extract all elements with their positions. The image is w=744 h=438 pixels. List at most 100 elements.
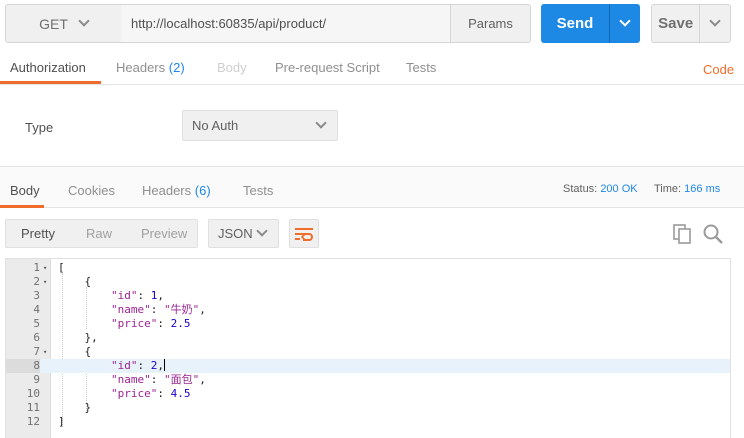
chevron-down-icon — [256, 225, 268, 237]
time-label: Time: — [654, 183, 682, 195]
response-tab-body[interactable]: Body — [10, 183, 40, 198]
params-button[interactable]: Params — [450, 4, 531, 43]
code-token: [ — [58, 261, 65, 274]
fold-toggle-icon[interactable]: ▾ — [43, 261, 51, 275]
tab-headers[interactable]: Headers (2) — [116, 60, 185, 75]
response-tab-cookies[interactable]: Cookies — [68, 183, 115, 198]
chevron-down-icon — [619, 15, 631, 27]
wrap-lines-button[interactable] — [289, 219, 319, 248]
code-token: : — [137, 289, 151, 302]
chevron-down-icon — [78, 15, 90, 27]
chevron-down-icon — [709, 15, 721, 27]
line-number: 10 — [26, 387, 40, 400]
search-icon[interactable] — [702, 223, 724, 245]
tab-headers-label: Headers — [116, 60, 166, 75]
code-token: ] — [58, 415, 65, 428]
code-text: "id": 2, — [58, 359, 165, 373]
fold-toggle-icon[interactable]: ▾ — [43, 345, 51, 359]
auth-type-label: Type — [25, 120, 54, 135]
code-line: 2 ▾ { — [6, 275, 730, 289]
line-number: 2 — [33, 275, 40, 288]
response-toolbar: Pretty Raw Preview JSON — [0, 209, 744, 257]
method-label: GET — [39, 15, 68, 32]
format-select[interactable]: JSON — [208, 219, 279, 248]
response-tab-headers-count: (6) — [194, 183, 211, 198]
line-number: 8 — [6, 359, 40, 373]
code-token: , — [157, 289, 164, 302]
view-preview-button[interactable]: Preview — [141, 226, 187, 241]
line-number: 7 — [33, 345, 40, 358]
save-options-button[interactable] — [700, 5, 730, 42]
tab-authorization[interactable]: Authorization — [10, 60, 86, 75]
view-raw-button[interactable]: Raw — [86, 226, 112, 241]
code-text: "price": 4.5 — [58, 387, 190, 401]
tab-body[interactable]: Body — [217, 60, 247, 75]
code-line: 10 "price": 4.5 — [6, 387, 730, 401]
code-token: , — [199, 373, 206, 386]
code-text: "name": "牛奶", — [58, 303, 206, 317]
code-line: 8 "id": 2, — [6, 359, 730, 373]
code-token: "id" — [110, 289, 138, 302]
method-select[interactable]: GET — [5, 4, 122, 43]
code-token: "面包" — [163, 373, 200, 386]
line-number: 9 — [33, 373, 40, 386]
active-tab-indicator — [0, 81, 101, 84]
code-text: "name": "面包", — [58, 373, 206, 387]
code-line: 6 }, — [6, 331, 730, 345]
code-text: { — [58, 345, 91, 359]
code-line: 9 "name": "面包", — [6, 373, 730, 387]
fold-toggle-icon[interactable]: ▾ — [43, 275, 51, 289]
response-body-editor[interactable]: 1 ▾[2 ▾ {3 "id": 1, 4 "name": "牛奶", 5 "price… — [5, 258, 731, 438]
line-number: 6 — [33, 331, 40, 344]
code-token: "牛奶" — [163, 303, 200, 316]
code-token: 4.5 — [170, 387, 191, 400]
code-line: 3 "id": 1, — [6, 289, 730, 303]
url-text: http://localhost:60835/api/product/ — [131, 16, 327, 31]
code-token: : — [150, 303, 164, 316]
active-response-tab-indicator — [0, 205, 44, 208]
line-number: 4 — [33, 303, 40, 316]
code-line: 7 ▾ { — [6, 345, 730, 359]
tab-tests[interactable]: Tests — [406, 60, 436, 75]
format-value: JSON — [218, 226, 253, 241]
send-button[interactable]: Send — [541, 4, 610, 43]
code-line: 4 "name": "牛奶", — [6, 303, 730, 317]
code-text: ] — [58, 415, 65, 429]
url-input[interactable]: http://localhost:60835/api/product/ — [121, 4, 451, 43]
tab-prerequest-script[interactable]: Pre-request Script — [275, 60, 380, 75]
code-text: { — [58, 275, 91, 289]
time-readout: Time: 166 ms — [654, 183, 720, 195]
code-token: : — [157, 317, 171, 330]
status-value: 200 OK — [600, 183, 638, 195]
status-label: Status: — [563, 183, 598, 195]
code-token: }, — [58, 331, 98, 344]
code-line: 12] — [6, 415, 730, 429]
code-link[interactable]: Code — [703, 62, 734, 77]
code-line: 5 "price": 2.5 — [6, 317, 730, 331]
send-options-button[interactable] — [610, 4, 640, 43]
response-tab-headers[interactable]: Headers (6) — [142, 183, 211, 198]
code-token: } — [58, 401, 92, 414]
request-bar: GET http://localhost:60835/api/product/ … — [0, 0, 744, 50]
status-readout: Status: 200 OK — [563, 183, 638, 195]
code-token: "name" — [110, 373, 151, 386]
request-tabs: Authorization Headers (2) Body Pre-reque… — [0, 52, 744, 85]
copy-icon[interactable] — [672, 223, 694, 245]
code-token: : — [137, 359, 151, 372]
line-number: 11 — [26, 401, 40, 414]
code-token: { — [58, 345, 92, 358]
view-mode-group: Pretty Raw Preview — [5, 219, 198, 248]
code-token: "id" — [110, 359, 138, 372]
auth-type-value: No Auth — [192, 118, 239, 133]
send-button-group: Send — [541, 4, 640, 43]
response-tab-headers-label: Headers — [142, 183, 192, 198]
response-tab-tests[interactable]: Tests — [243, 183, 273, 198]
view-pretty-button[interactable]: Pretty — [21, 226, 55, 241]
auth-type-select[interactable]: No Auth — [182, 110, 338, 141]
save-button[interactable]: Save — [652, 5, 701, 42]
